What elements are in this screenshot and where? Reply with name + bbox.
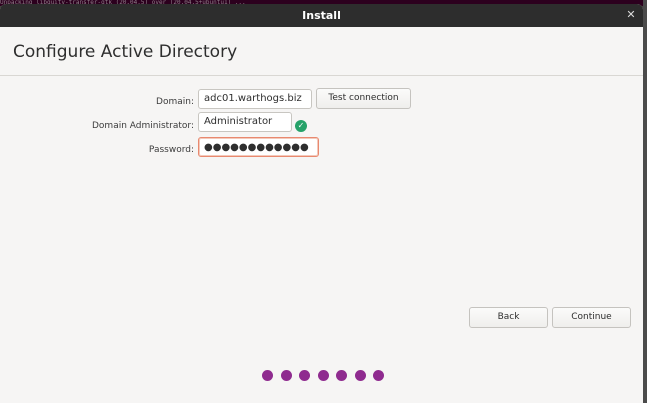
close-icon[interactable]: ✕	[625, 9, 637, 21]
header-divider	[0, 75, 643, 76]
password-label: Password:	[148, 145, 194, 155]
test-connection-button[interactable]: Test connection	[316, 88, 411, 109]
domain-input[interactable]: adc01.warthogs.biz	[198, 89, 312, 109]
desktop-edge	[643, 0, 647, 403]
domain-label: Domain:	[156, 97, 194, 107]
back-button[interactable]: Back	[469, 307, 548, 328]
check-circle-icon: ✓	[295, 120, 307, 132]
domain-admin-label: Domain Administrator:	[91, 121, 194, 131]
window-title: Install	[302, 9, 341, 22]
domain-admin-input[interactable]: Administrator	[198, 112, 292, 132]
title-bar: Install ✕	[0, 4, 643, 27]
progress-dot	[317, 370, 329, 381]
progress-dot	[354, 370, 366, 381]
installer-window: Install ✕ Configure Active Directory Dom…	[0, 4, 643, 403]
page-title: Configure Active Directory	[13, 42, 238, 62]
progress-dot	[299, 370, 310, 381]
password-mask: ●●●●●●●●●●●●	[204, 142, 309, 153]
progress-dot	[336, 370, 347, 381]
progress-dot	[262, 370, 273, 381]
password-input[interactable]: ●●●●●●●●●●●●	[198, 137, 319, 157]
progress-dot	[373, 370, 384, 381]
continue-button[interactable]: Continue	[552, 307, 631, 328]
progress-dot	[280, 370, 292, 381]
